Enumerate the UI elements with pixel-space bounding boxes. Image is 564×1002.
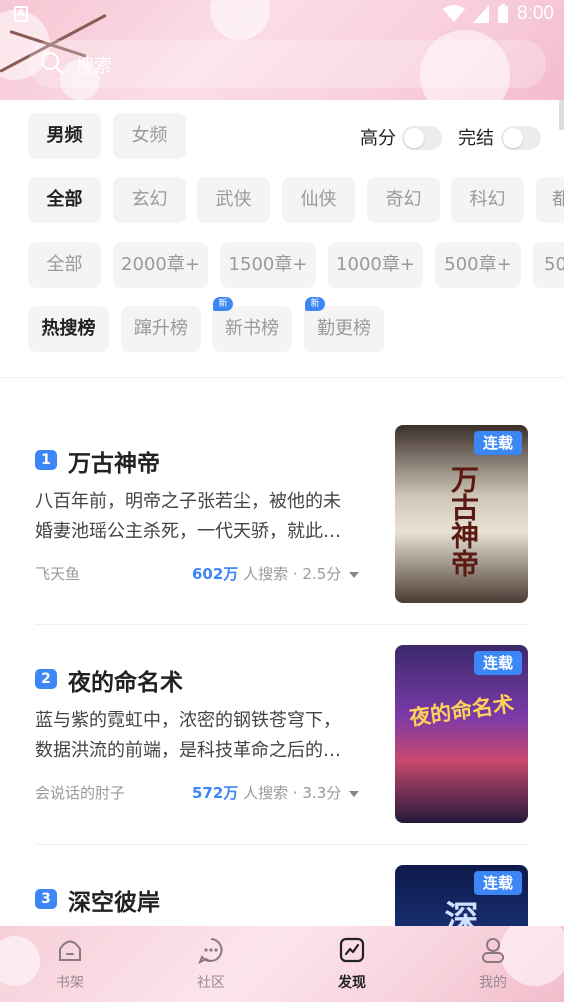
filter-chapters-1000[interactable]: 1000章+ <box>328 242 423 288</box>
nav-label: 社区 <box>197 975 225 991</box>
filter-category-xuanhuan[interactable]: 玄幻 <box>113 177 186 223</box>
book-author: 飞天鱼 <box>35 565 81 583</box>
nav-label: 我的 <box>479 975 507 991</box>
filter-panel: 男频 女频 高分 完结 全部 玄幻 武侠 仙侠 奇幻 科幻 都 全部 2000章… <box>0 100 564 378</box>
book-stats: 602万 人搜索 · 2.5分 <box>192 563 360 584</box>
divider <box>35 624 529 625</box>
book-description: 蓝与紫的霓虹中，浓密的钢铁苍穹下， 数据洪流的前端，是科技革命之后的… <box>35 706 370 766</box>
book-item[interactable]: 3 深空彼岸 深 连载 <box>0 864 564 926</box>
status-badge: 连载 <box>474 431 522 455</box>
scrollbar[interactable] <box>559 100 564 130</box>
bookshelf-icon <box>59 940 81 961</box>
book-item[interactable]: 2 夜的命名术 蓝与紫的霓虹中，浓密的钢铁苍穹下， 数据洪流的前端，是科技革命之… <box>0 644 564 864</box>
toggle-knob <box>503 128 523 148</box>
book-cover[interactable]: 万古神帝 连载 <box>395 425 528 603</box>
search-bar[interactable]: 搜索 <box>28 40 546 88</box>
book-description-line: 婚妻池瑶公主杀死，一代天骄，就此… <box>35 521 341 542</box>
nav-bookshelf[interactable]: 书架 <box>30 936 110 996</box>
book-description-line: 数据洪流的前端，是科技革命之后的… <box>35 740 341 761</box>
wifi-icon <box>443 5 466 22</box>
search-stats-suffix: 人搜索 · 3.3分 <box>238 784 342 802</box>
cover-title: 深 <box>444 899 479 926</box>
filter-chapters-1500[interactable]: 1500章+ <box>220 242 316 288</box>
book-cover[interactable]: 深 连载 <box>395 865 528 926</box>
search-input[interactable]: 搜索 <box>76 52 112 78</box>
book-item[interactable]: 1 万古神帝 八百年前，明帝之子张若尘，被他的未 婚妻池瑶公主杀死，一代天骄，就… <box>0 424 564 644</box>
nav-label: 书架 <box>56 975 84 991</box>
book-description-line: 八百年前，明帝之子张若尘，被他的未 <box>35 491 341 512</box>
book-title: 深空彼岸 <box>68 890 160 916</box>
search-icon <box>40 51 64 75</box>
nav-discover[interactable]: 发现 <box>312 936 392 996</box>
filter-chapters-2000[interactable]: 2000章+ <box>113 242 208 288</box>
chevron-down-icon[interactable] <box>349 571 360 578</box>
nav-label: 发现 <box>338 975 366 991</box>
toggle-knob <box>404 128 424 148</box>
filter-category-wuxia[interactable]: 武侠 <box>197 177 270 223</box>
battery-icon <box>498 4 509 23</box>
toggle-high-score[interactable] <box>402 126 442 150</box>
book-cover[interactable]: 夜的命名术 连载 <box>395 645 528 823</box>
rank-badge: 2 <box>35 669 57 689</box>
signal-icon <box>473 5 490 23</box>
filter-chapters-all[interactable]: 全部 <box>28 242 101 288</box>
toggle-label-completed: 完结 <box>458 128 494 149</box>
toggle-label-high-score: 高分 <box>360 128 396 149</box>
tab-diligent-update[interactable]: 勤更榜 <box>304 306 384 352</box>
status-bar: A 8:00 <box>0 0 564 30</box>
book-stats: 572万 人搜索 · 3.3分 <box>192 782 360 803</box>
nav-community[interactable]: 社区 <box>171 936 251 996</box>
book-title: 万古神帝 <box>68 451 160 477</box>
rank-badge: 3 <box>35 889 57 909</box>
filter-category-all[interactable]: 全部 <box>28 177 101 223</box>
cover-title: 万古神帝 <box>447 465 480 577</box>
notification-icon: A <box>14 6 28 22</box>
filter-category-qihuan[interactable]: 奇幻 <box>367 177 440 223</box>
cover-title: 夜的命名术 <box>407 691 516 731</box>
book-description: 八百年前，明帝之子张若尘，被他的未 婚妻池瑶公主杀死，一代天骄，就此… <box>35 487 370 547</box>
discover-icon <box>339 937 365 963</box>
toggle-completed[interactable] <box>501 126 541 150</box>
filter-gender-female[interactable]: 女频 <box>113 113 186 159</box>
profile-icon <box>482 938 504 963</box>
book-description-line: 蓝与紫的霓虹中，浓密的钢铁苍穹下， <box>35 710 341 731</box>
search-count: 572万 <box>192 784 239 802</box>
status-badge: 连载 <box>474 871 522 895</box>
nav-profile[interactable]: 我的 <box>453 936 533 996</box>
status-badge: 连载 <box>474 651 522 675</box>
book-author: 会说话的肘子 <box>35 784 126 802</box>
filter-chapters-500[interactable]: 500章+ <box>435 242 521 288</box>
filter-category-kehuan[interactable]: 科幻 <box>451 177 524 223</box>
search-count: 602万 <box>192 565 239 583</box>
divider <box>35 844 529 845</box>
tab-rising[interactable]: 蹿升榜 <box>121 306 201 352</box>
search-stats-suffix: 人搜索 · 2.5分 <box>238 565 342 583</box>
tab-hot-search[interactable]: 热搜榜 <box>28 306 109 352</box>
filter-chapters-more[interactable]: 50 <box>533 242 564 288</box>
rank-badge: 1 <box>35 450 57 470</box>
new-badge: 新 <box>305 297 325 311</box>
community-icon <box>198 938 223 965</box>
filter-gender-male[interactable]: 男频 <box>28 113 101 159</box>
tab-new-books[interactable]: 新书榜 <box>212 306 292 352</box>
filter-category-xianxia[interactable]: 仙侠 <box>282 177 355 223</box>
header: A 8:00 搜索 <box>0 0 564 100</box>
clock: 8:00 <box>517 3 554 24</box>
bottom-navigation: 书架 社区 发现 我的 <box>0 926 564 1002</box>
chevron-down-icon[interactable] <box>349 790 360 797</box>
filter-category-more[interactable]: 都 <box>536 177 564 223</box>
new-badge: 新 <box>213 297 233 311</box>
book-title: 夜的命名术 <box>68 670 183 696</box>
